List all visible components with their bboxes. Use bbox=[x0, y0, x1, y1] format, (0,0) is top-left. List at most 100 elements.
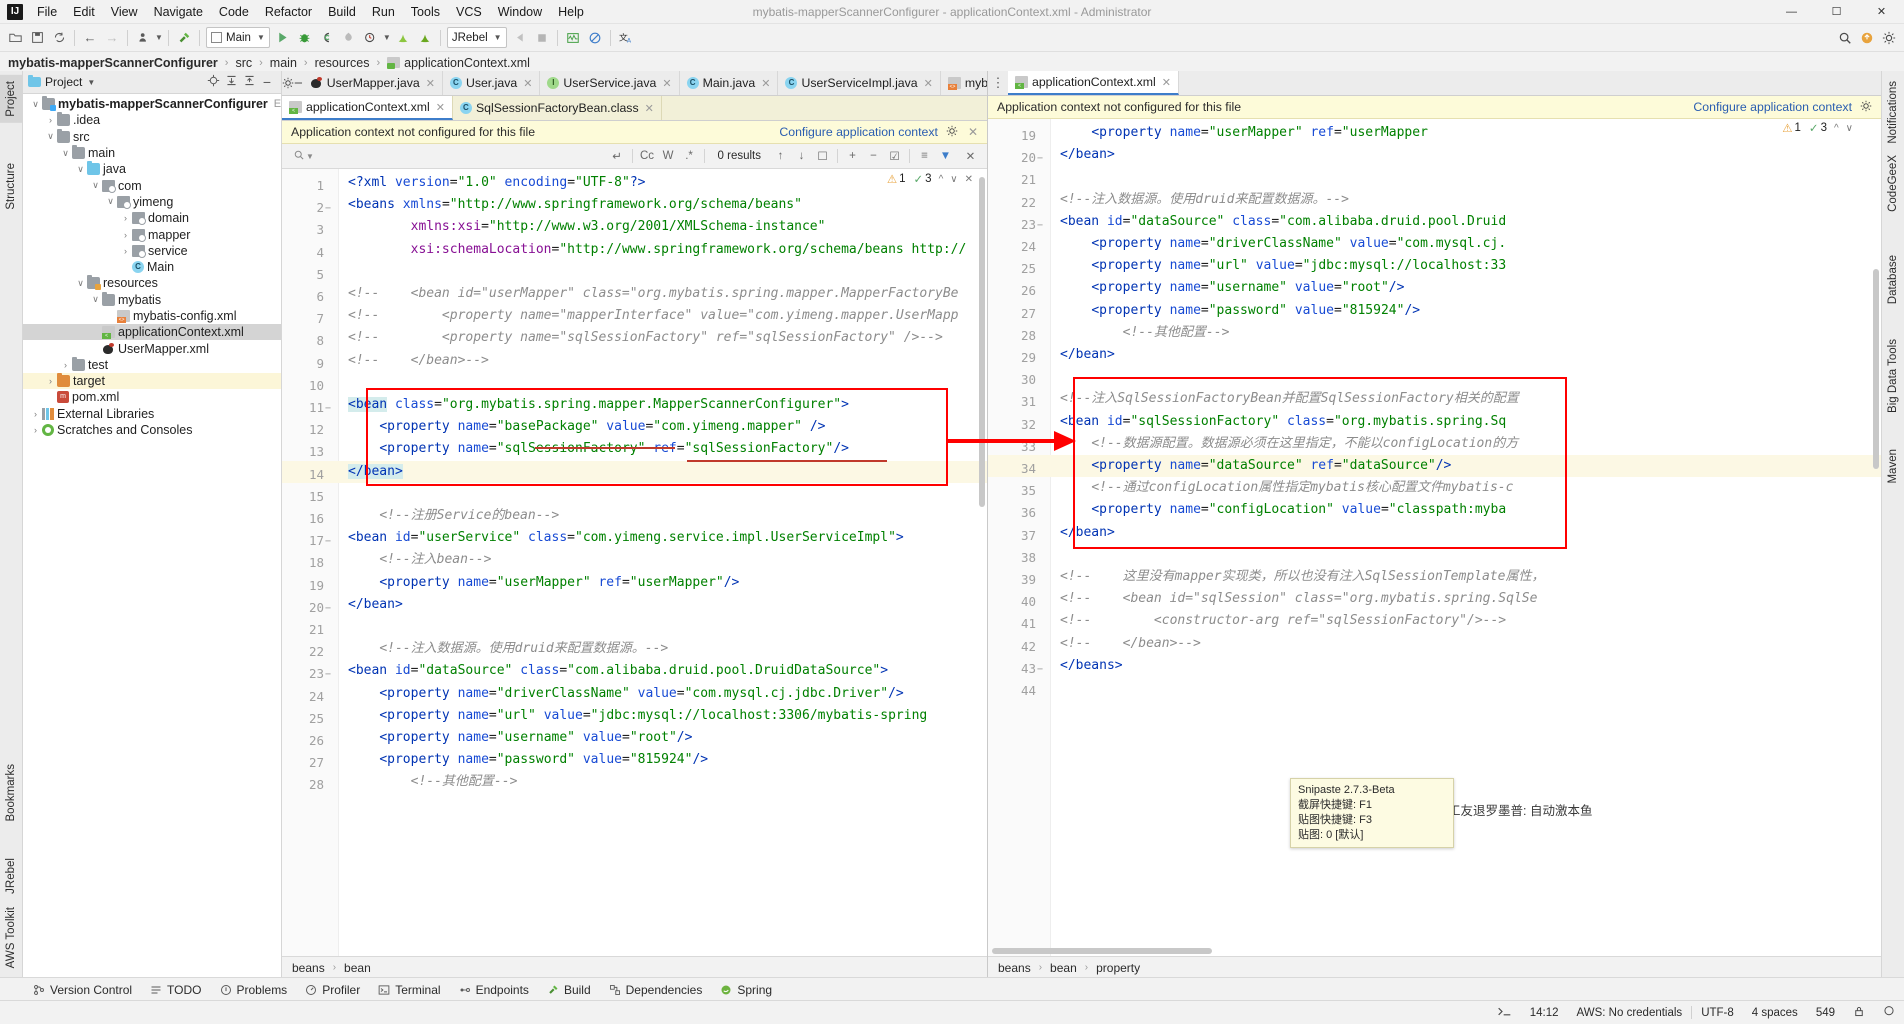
arrow-down-icon[interactable]: ↓ bbox=[791, 150, 812, 162]
tree-node[interactable]: › External Libraries bbox=[23, 406, 281, 422]
menu-item-edit[interactable]: Edit bbox=[65, 3, 103, 21]
debug-icon[interactable] bbox=[294, 27, 316, 48]
tool-window-tab-codegeex[interactable]: CodeGeeX bbox=[1882, 149, 1904, 218]
tool-window-tab-jrebel[interactable]: JRebel bbox=[0, 852, 22, 900]
menu-item-view[interactable]: View bbox=[103, 3, 146, 21]
tree-node[interactable]: ∨ com bbox=[23, 177, 281, 193]
hide-icon[interactable]: − bbox=[294, 71, 303, 95]
breadcrumb-item-0[interactable]: mybatis-mapperScannerConfigurer bbox=[8, 56, 218, 70]
tree-node[interactable]: ∨ resources bbox=[23, 275, 281, 291]
tree-node[interactable]: › service bbox=[23, 243, 281, 259]
bottom-tool-endpoints[interactable]: Endpoints bbox=[450, 979, 538, 1000]
locate-icon[interactable] bbox=[204, 74, 222, 90]
menu-item-window[interactable]: Window bbox=[490, 3, 550, 21]
vertical-scrollbar-right[interactable] bbox=[1871, 119, 1881, 956]
horizontal-scrollbar-right[interactable] bbox=[988, 947, 1881, 956]
close-icon[interactable]: ✕ bbox=[960, 149, 981, 163]
close-icon[interactable]: ✕ bbox=[645, 102, 654, 115]
search-history-icon[interactable]: ▼ bbox=[306, 152, 314, 161]
menu-item-navigate[interactable]: Navigate bbox=[146, 3, 211, 21]
editor-tab-applicationcontext-xml[interactable]: < applicationContext.xml ✕ bbox=[282, 96, 453, 120]
next-problem-icon[interactable]: ∨ bbox=[950, 174, 957, 185]
tool-window-tab-maven[interactable]: Maven bbox=[1882, 443, 1904, 490]
gear-icon[interactable] bbox=[1878, 27, 1900, 48]
update-icon[interactable] bbox=[1856, 27, 1878, 48]
breadcrumb-item-1[interactable]: src bbox=[235, 56, 252, 70]
tool-window-tab-notifications[interactable]: Notifications bbox=[1882, 75, 1904, 150]
search-input[interactable] bbox=[313, 146, 607, 166]
editor-tab-userserviceimpl-java[interactable]: C UserServiceImpl.java ✕ bbox=[778, 71, 941, 95]
twisty-icon[interactable]: › bbox=[59, 360, 72, 370]
tree-node[interactable]: › Scratches and Consoles bbox=[23, 422, 281, 438]
code-breadcrumb-item[interactable]: beans bbox=[998, 961, 1031, 975]
back-icon[interactable]: ← bbox=[79, 27, 101, 48]
tree-node[interactable]: › .idea bbox=[23, 112, 281, 128]
close-icon[interactable]: ✕ bbox=[924, 77, 933, 90]
gear-icon[interactable] bbox=[946, 125, 958, 140]
match-case-toggle[interactable]: Cc bbox=[637, 150, 658, 162]
menu-item-build[interactable]: Build bbox=[320, 3, 364, 21]
fold-toggle-icon[interactable]: − bbox=[1034, 659, 1046, 681]
fold-toggle-icon[interactable]: − bbox=[322, 664, 334, 686]
bottom-tool-version-control[interactable]: Version Control bbox=[24, 979, 141, 1000]
tree-node[interactable]: <> mybatis-config.xml bbox=[23, 308, 281, 324]
editor-tab-user-java[interactable]: C User.java ✕ bbox=[442, 71, 541, 95]
status-encoding[interactable]: UTF-8 bbox=[1692, 1007, 1743, 1019]
translate-icon[interactable]: 文A bbox=[615, 27, 637, 48]
remove-occurrence-icon[interactable]: − bbox=[863, 150, 884, 162]
twisty-icon[interactable]: ∨ bbox=[74, 278, 87, 289]
inspection-widget-right[interactable]: ⚠ 1 ✓ 3 ^ ∨ bbox=[1780, 120, 1855, 136]
bottom-tool-todo[interactable]: TODO bbox=[141, 979, 210, 1000]
tool-window-tab-structure[interactable]: Structure bbox=[0, 157, 22, 216]
tree-node[interactable]: › target bbox=[23, 373, 281, 390]
twisty-icon[interactable]: ∨ bbox=[44, 131, 57, 142]
select-all-icon[interactable]: ☐ bbox=[812, 149, 833, 163]
wrap-icon[interactable]: ↵ bbox=[607, 149, 628, 163]
editor-tab-userservice-java[interactable]: I UserService.java ✕ bbox=[540, 71, 680, 95]
configure-application-context-link[interactable]: Configure application context bbox=[779, 125, 938, 139]
tree-node[interactable]: m pom.xml bbox=[23, 389, 281, 405]
profiler-dropdown-icon[interactable]: ▼ bbox=[382, 27, 392, 48]
run-with-profiler-icon[interactable] bbox=[360, 27, 382, 48]
twisty-icon[interactable]: › bbox=[29, 409, 42, 419]
lock-icon[interactable] bbox=[1844, 1005, 1874, 1021]
tool-window-tab-aws-toolkit[interactable]: AWS Toolkit bbox=[0, 901, 22, 974]
tool-window-tab-project[interactable]: Project bbox=[0, 75, 22, 123]
status-indent[interactable]: 4 spaces bbox=[1743, 1007, 1807, 1019]
chevron-down-icon[interactable]: ▼ bbox=[87, 78, 95, 87]
add-occurrence-icon[interactable]: + bbox=[842, 150, 863, 162]
twisty-icon[interactable]: ∨ bbox=[74, 164, 87, 175]
close-button[interactable]: ✕ bbox=[1859, 0, 1904, 23]
twisty-icon[interactable]: ∨ bbox=[29, 99, 42, 110]
arrow-up-icon[interactable]: ↑ bbox=[770, 150, 791, 162]
next-problem-icon[interactable]: ∨ bbox=[1846, 123, 1853, 134]
twisty-icon[interactable]: › bbox=[119, 230, 132, 240]
tree-node[interactable]: › mapper bbox=[23, 226, 281, 242]
tree-node[interactable]: › test bbox=[23, 356, 281, 373]
fold-toggle-icon[interactable]: − bbox=[1034, 148, 1046, 170]
close-icon[interactable]: ✕ bbox=[761, 77, 770, 90]
editor-tab-applicationcontext-xml[interactable]: < applicationContext.xml ✕ bbox=[1008, 71, 1179, 95]
prev-problem-icon[interactable]: ^ bbox=[1834, 123, 1839, 134]
attach-icon[interactable] bbox=[509, 27, 531, 48]
project-tree[interactable]: ∨ mybatis-mapperScannerConfigurer E:\mybat… bbox=[23, 94, 281, 978]
hide-icon[interactable]: − bbox=[258, 75, 276, 89]
breadcrumb-item-3[interactable]: resources bbox=[315, 56, 370, 70]
code-breadcrumb-item[interactable]: beans bbox=[292, 961, 325, 975]
open-in-find-window-icon[interactable]: ≡ bbox=[914, 150, 935, 162]
bottom-tool-spring[interactable]: Spring bbox=[711, 979, 781, 1000]
bottom-tool-profiler[interactable]: Profiler bbox=[296, 979, 369, 1000]
minimize-button[interactable]: — bbox=[1769, 0, 1814, 23]
collapse-all-icon[interactable] bbox=[240, 74, 258, 90]
editor-tab-main-java[interactable]: C Main.java ✕ bbox=[679, 71, 779, 95]
profile-icon[interactable] bbox=[338, 27, 360, 48]
jrebel-run-icon[interactable] bbox=[392, 27, 414, 48]
tab-options-icon[interactable]: ⋮ bbox=[988, 71, 1008, 95]
breadcrumb-item-2[interactable]: main bbox=[270, 56, 297, 70]
close-icon[interactable]: ✕ bbox=[426, 77, 435, 90]
close-icon[interactable]: ✕ bbox=[523, 77, 532, 90]
status-memory[interactable]: 549 bbox=[1807, 1007, 1844, 1019]
twisty-icon[interactable]: ∨ bbox=[59, 148, 72, 159]
regex-toggle[interactable]: .* bbox=[679, 150, 700, 162]
inspection-widget-left[interactable]: ⚠ 1 ✓ 3 ^ ∨ ✕ bbox=[884, 171, 975, 187]
